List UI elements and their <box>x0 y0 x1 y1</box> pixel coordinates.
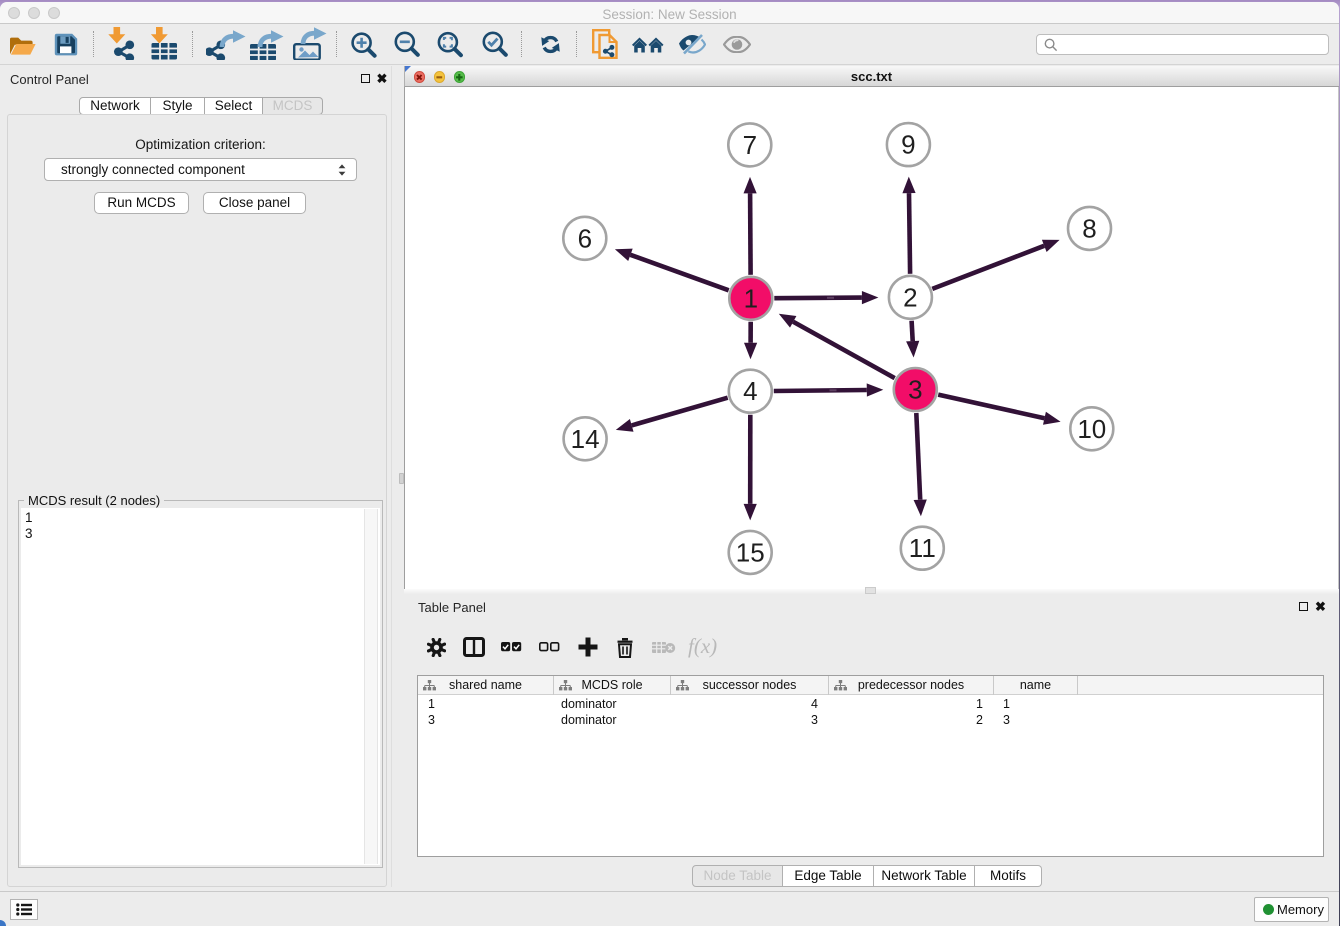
svg-text:1: 1 <box>744 283 758 313</box>
svg-text:2: 2 <box>903 282 917 312</box>
svg-text:14: 14 <box>571 424 600 454</box>
svg-text:9: 9 <box>901 130 915 160</box>
svg-text:8: 8 <box>1082 213 1096 243</box>
svg-text:7: 7 <box>743 130 757 160</box>
svg-text:10: 10 <box>1077 414 1106 444</box>
svg-text:4: 4 <box>743 376 757 406</box>
svg-text:6: 6 <box>578 223 592 253</box>
svg-text:11: 11 <box>909 533 936 563</box>
svg-text:15: 15 <box>736 537 765 567</box>
svg-text:3: 3 <box>908 375 922 405</box>
